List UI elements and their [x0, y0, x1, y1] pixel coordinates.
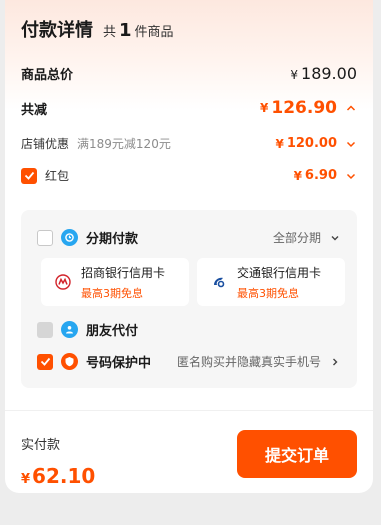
total-price-label: 商品总价 — [21, 68, 74, 83]
page-title: 付款详情 — [21, 20, 93, 41]
discount-row[interactable]: 共减 ¥126.90 — [21, 98, 357, 118]
chevron-down-icon[interactable] — [345, 170, 357, 182]
discount-label: 共减 — [21, 102, 48, 118]
header: 付款详情 共 1 件商品 — [21, 16, 174, 42]
red-packet-checkbox[interactable] — [21, 167, 37, 184]
installment-label: 分期付款 — [86, 232, 139, 247]
friend-pay-row: 朋友代付 — [37, 320, 341, 339]
installment-icon — [61, 229, 78, 246]
friend-pay-checkbox — [37, 321, 53, 338]
installment-row[interactable]: 分期付款 全部分期 — [37, 228, 341, 247]
shop-discount-row[interactable]: 店铺优惠 满189元减120元 ¥120.00 — [21, 135, 357, 152]
installment-checkbox[interactable] — [37, 229, 53, 246]
chevron-down-icon[interactable] — [345, 138, 357, 150]
submit-order-button[interactable]: 提交订单 — [237, 430, 357, 478]
chevron-up-icon[interactable] — [345, 102, 357, 114]
discount-value: ¥126.90 — [260, 98, 357, 118]
item-count: 共 1 件商品 — [103, 20, 174, 41]
shop-discount-value: ¥120.00 — [275, 136, 357, 151]
shop-discount-detail: 满189元减120元 — [77, 137, 171, 151]
shield-icon — [61, 353, 78, 370]
red-packet-value: ¥6.90 — [294, 168, 357, 183]
installment-all-periods[interactable]: 全部分期 — [273, 229, 341, 246]
bocom-bank-logo-icon — [211, 274, 227, 290]
number-protect-row[interactable]: 号码保护中 匿名购买并隐藏真实手机号 — [37, 352, 341, 371]
red-packet-row[interactable]: 红包 ¥6.90 — [21, 167, 357, 184]
total-price-value: ¥189.00 — [290, 64, 357, 83]
bank-name: 交通银行信用卡 — [237, 265, 322, 280]
chevron-right-icon — [329, 356, 341, 368]
payment-options-panel: 分期付款 全部分期 招商银行信用卡 最高3期免息 交通银行信用卡 最高3期免息 … — [21, 210, 357, 388]
friend-pay-label: 朋友代付 — [86, 324, 139, 339]
total-price-row: 商品总价 ¥189.00 — [21, 64, 357, 83]
payment-detail-card: 付款详情 共 1 件商品 商品总价 ¥189.00 共减 ¥126.90 店铺优惠 … — [5, 0, 373, 493]
actual-pay-amount: ¥62.10 — [21, 464, 96, 488]
friend-pay-icon — [61, 321, 78, 338]
bank-card-bocom[interactable]: 交通银行信用卡 最高3期免息 — [197, 258, 345, 306]
number-protect-checkbox[interactable] — [37, 353, 53, 370]
number-protect-detail[interactable]: 匿名购买并隐藏真实手机号 — [177, 353, 341, 370]
bank-offer: 最高3期免息 — [81, 286, 143, 300]
shop-discount-label: 店铺优惠 — [21, 137, 70, 151]
chevron-down-icon — [329, 232, 341, 244]
number-protect-label: 号码保护中 — [86, 356, 152, 371]
divider — [5, 410, 373, 411]
cmb-bank-logo-icon — [55, 274, 71, 290]
bank-card-cmb[interactable]: 招商银行信用卡 最高3期免息 — [41, 258, 189, 306]
actual-pay-label: 实付款 — [21, 438, 61, 453]
bank-name: 招商银行信用卡 — [81, 265, 166, 280]
red-packet-label: 红包 — [45, 169, 70, 183]
bank-offer: 最高3期免息 — [237, 286, 299, 300]
